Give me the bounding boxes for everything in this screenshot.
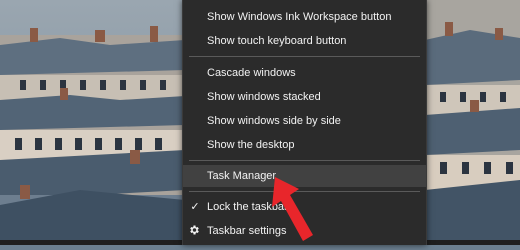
menu-item-label: Show windows stacked (207, 91, 321, 103)
menu-item-show-ink-workspace[interactable]: Show Windows Ink Workspace button (183, 6, 426, 28)
arrow-pointer-icon (265, 175, 325, 245)
menu-item-show-desktop[interactable]: Show the desktop (183, 134, 426, 156)
gear-icon (188, 220, 202, 242)
menu-item-show-touch-keyboard[interactable]: Show touch keyboard button (183, 30, 426, 52)
menu-item-show-windows-stacked[interactable]: Show windows stacked (183, 86, 426, 108)
menu-item-label: Show windows side by side (207, 115, 341, 127)
menu-separator (189, 160, 420, 161)
menu-item-show-windows-side-by-side[interactable]: Show windows side by side (183, 110, 426, 132)
menu-separator (189, 56, 420, 57)
menu-item-label: Cascade windows (207, 67, 296, 79)
menu-item-label: Show Windows Ink Workspace button (207, 11, 392, 23)
menu-item-label: Show the desktop (207, 139, 295, 151)
menu-item-cascade-windows[interactable]: Cascade windows (183, 62, 426, 84)
checkmark-icon: ✓ (190, 201, 200, 213)
menu-item-label: Show touch keyboard button (207, 35, 347, 47)
